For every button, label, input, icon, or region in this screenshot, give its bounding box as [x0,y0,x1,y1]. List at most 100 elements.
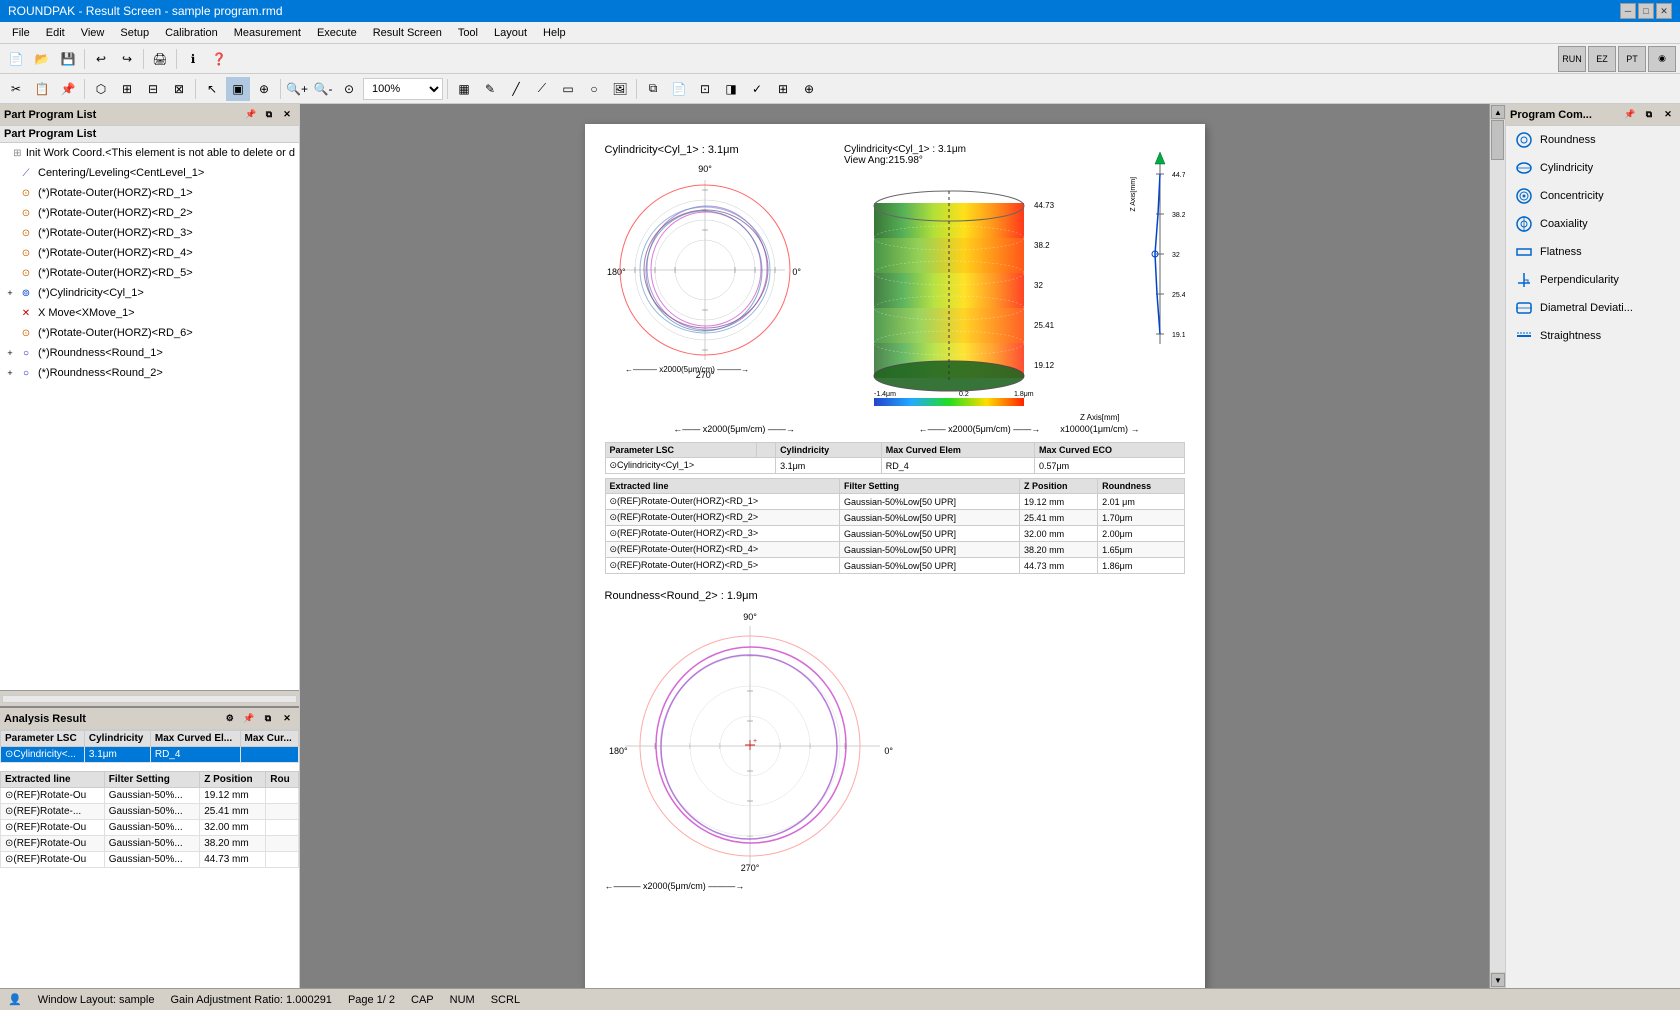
tb-btn6[interactable]: ⊞ [115,77,139,101]
menu-layout[interactable]: Layout [486,25,535,41]
detail-row-4[interactable]: ⊙(REF)Rotate-Ou Gaussian-50%... 38.20 mm [1,836,299,852]
tb-btn7[interactable]: ⊟ [141,77,165,101]
center-content[interactable]: Cylindricity<Cyl_1> : 3.1μm 90° 180° 0° … [300,104,1505,988]
float-icon[interactable]: ⧉ [261,107,277,123]
tb-btn16[interactable]: ○ [582,77,606,101]
tb-btn10[interactable]: ⊕ [252,77,276,101]
tree-node-rotate3[interactable]: ⊙ (*)Rotate-Outer(HORZ)<RD_3> [0,223,299,243]
tb-btn15[interactable]: ▭ [556,77,580,101]
right-item-perpendicularity[interactable]: Perpendicularity [1506,266,1680,294]
tree-node-rotate4[interactable]: ⊙ (*)Rotate-Outer(HORZ)<RD_4> [0,243,299,263]
tb-btn18[interactable]: ⧉ [641,77,665,101]
detail-row-2[interactable]: ⊙(REF)Rotate-... Gaussian-50%... 25.41 m… [1,804,299,820]
run-icon-button[interactable]: RUN [1558,46,1586,72]
tree-node-xmove[interactable]: ✕ X Move<XMove_1> [0,303,299,323]
detail-row-5[interactable]: ⊙(REF)Rotate-Ou Gaussian-50%... 44.73 mm [1,852,299,868]
close-button[interactable]: ✕ [1656,3,1672,19]
maximize-button[interactable]: □ [1638,3,1654,19]
zoom-out-button[interactable]: 🔍- [311,77,335,101]
paste-button[interactable]: 📌 [56,77,80,101]
menu-view[interactable]: View [73,25,113,41]
ez-button[interactable]: EZ [1588,46,1616,72]
extra-button[interactable]: ◉ [1648,46,1676,72]
scroll-track[interactable] [1490,120,1505,972]
tb-btn23[interactable]: ⊞ [771,77,795,101]
tree-node-rotate5[interactable]: ⊙ (*)Rotate-Outer(HORZ)<RD_5> [0,263,299,283]
right-item-diametral-deviation[interactable]: Diametral Deviati... [1506,294,1680,322]
menu-help[interactable]: Help [535,25,574,41]
copy-button[interactable]: 📋 [30,77,54,101]
open-button[interactable]: 📂 [30,47,54,71]
tree-node-rotate6[interactable]: ⊙ (*)Rotate-Outer(HORZ)<RD_6> [0,323,299,343]
tb-btn20[interactable]: ⊡ [693,77,717,101]
center-vscroll[interactable]: ▲ ▼ [1489,104,1505,988]
right-close-icon[interactable]: ✕ [1660,107,1676,123]
analysis-float-icon[interactable]: ⧉ [260,711,276,727]
tb-btn17[interactable]: 🖼 [608,77,632,101]
tb-btn22[interactable]: ✓ [745,77,769,101]
undo-button[interactable]: ↩ [89,47,113,71]
tree-hscroll[interactable] [0,690,299,706]
part-program-tree[interactable]: ⊞ Init Work Coord.<This element is not a… [0,143,299,690]
tree-node-rotate2[interactable]: ⊙ (*)Rotate-Outer(HORZ)<RD_2> [0,203,299,223]
detail-row-1[interactable]: ⊙(REF)Rotate-Ou Gaussian-50%... 19.12 mm [1,788,299,804]
tree-node-cyl1[interactable]: + ⊚ (*)Cylindricity<Cyl_1> [0,283,299,303]
tb-btn11[interactable]: ▦ [452,77,476,101]
expand-round2[interactable]: + [4,367,16,379]
analysis-table-container[interactable]: Parameter LSC Cylindricity Max Curved El… [0,730,299,988]
menu-tool[interactable]: Tool [450,25,486,41]
pt-button[interactable]: PT [1618,46,1646,72]
tree-node-round2[interactable]: + ○ (*)Roundness<Round_2> [0,363,299,383]
tb-btn19[interactable]: 📄 [667,77,691,101]
menu-setup[interactable]: Setup [112,25,157,41]
menu-measurement[interactable]: Measurement [226,25,309,41]
right-item-flatness[interactable]: Flatness [1506,238,1680,266]
help-cursor-button[interactable]: ❓ [207,47,231,71]
analysis-main-row[interactable]: ⊙Cylindricity<... 3.1μm RD_4 [1,747,299,763]
tb-btn12[interactable]: ✎ [478,77,502,101]
detail-row-3[interactable]: ⊙(REF)Rotate-Ou Gaussian-50%... 32.00 mm [1,820,299,836]
tb-btn8[interactable]: ⊠ [167,77,191,101]
pin-icon[interactable]: 📌 [243,107,259,123]
right-item-concentricity[interactable]: Concentricity [1506,182,1680,210]
right-pin-icon[interactable]: 📌 [1622,107,1638,123]
menu-calibration[interactable]: Calibration [157,25,226,41]
analysis-pin-icon[interactable]: 📌 [241,711,257,727]
tb-btn13[interactable]: ╱ [504,77,528,101]
zoom-select[interactable]: 100% 50% 75% 125% 150% [363,78,443,100]
scroll-down-btn[interactable]: ▼ [1491,973,1505,987]
tree-node-init[interactable]: ⊞ Init Work Coord.<This element is not a… [0,143,299,163]
analysis-settings-icon[interactable]: ⚙ [222,711,238,727]
select-button[interactable]: ↖ [200,77,224,101]
scroll-thumb[interactable] [1491,120,1504,160]
report-scroll-area[interactable]: Cylindricity<Cyl_1> : 3.1μm 90° 180° 0° … [300,104,1489,988]
new-button[interactable]: 📄 [4,47,28,71]
cut-button[interactable]: ✂ [4,77,28,101]
menu-edit[interactable]: Edit [38,25,73,41]
right-item-straightness[interactable]: Straightness [1506,322,1680,350]
right-item-roundness[interactable]: Roundness [1506,126,1680,154]
right-item-coaxiality[interactable]: Coaxiality [1506,210,1680,238]
right-float-icon[interactable]: ⧉ [1641,107,1657,123]
tb-btn24[interactable]: ⊕ [797,77,821,101]
expand-cyl1[interactable]: + [4,287,16,299]
scroll-up-btn[interactable]: ▲ [1491,105,1505,119]
tree-node-centering[interactable]: ⟋ Centering/Leveling<CentLevel_1> [0,163,299,183]
info-button[interactable]: ℹ [181,47,205,71]
zoom-fit-button[interactable]: ⊙ [337,77,361,101]
tb-btn21[interactable]: ◨ [719,77,743,101]
tb-btn14[interactable]: ⟋ [530,77,554,101]
tree-node-rotate1[interactable]: ⊙ (*)Rotate-Outer(HORZ)<RD_1> [0,183,299,203]
right-item-cylindricity[interactable]: Cylindricity [1506,154,1680,182]
menu-file[interactable]: File [4,25,38,41]
expand-round1[interactable]: + [4,347,16,359]
tb-btn5[interactable]: ⬡ [89,77,113,101]
tb-btn9[interactable]: ▣ [226,77,250,101]
minimize-button[interactable]: ─ [1620,3,1636,19]
close-panel-icon[interactable]: ✕ [279,107,295,123]
redo-button[interactable]: ↪ [115,47,139,71]
save-button[interactable]: 💾 [56,47,80,71]
tree-node-round1[interactable]: + ○ (*)Roundness<Round_1> [0,343,299,363]
analysis-close-icon[interactable]: ✕ [279,711,295,727]
zoom-in-button[interactable]: 🔍+ [285,77,309,101]
